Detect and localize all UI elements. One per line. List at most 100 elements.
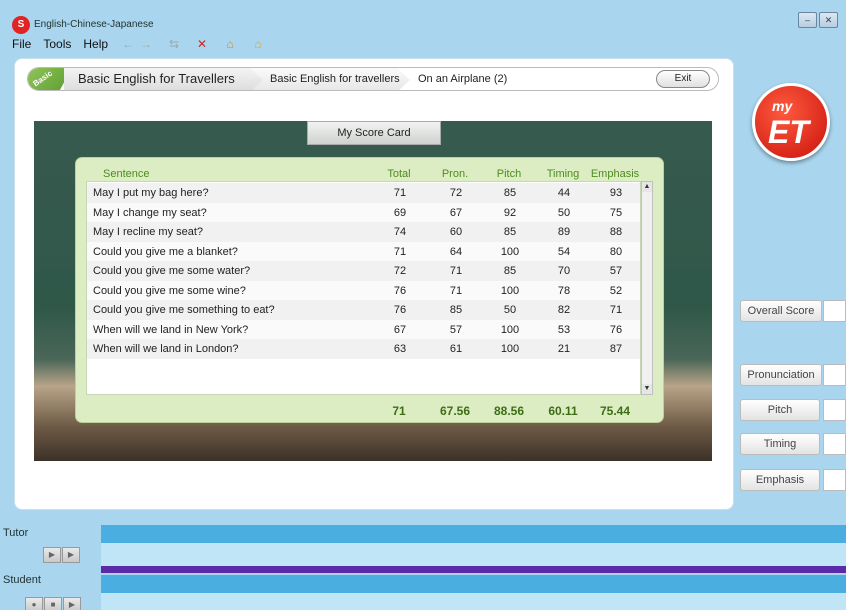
stop-button[interactable]: ■ [44,597,62,610]
timing-cell: 70 [557,265,571,277]
col-pron: Pron. [441,168,469,180]
timing-cell: 21 [557,343,571,355]
col-total: Total [387,168,411,180]
table-row[interactable]: May I recline my seat? 74 60 85 89 88 [87,222,640,242]
emphasis-cell: 52 [609,284,623,297]
timing-button[interactable]: Timing [740,433,820,455]
total-cell: 71 [393,187,407,199]
total-cell: 67 [393,323,407,336]
timing-cell: 53 [557,323,571,336]
table-row[interactable]: When will we land in New York? 67 57 100 53 7… [87,319,640,340]
pitch-cell: 92 [503,206,517,219]
timing-cell: 78 [557,284,571,297]
home-icon[interactable]: ⌂ [222,37,238,51]
tutor-play-button[interactable]: ▶ [43,547,61,563]
overall-score-button[interactable]: Overall Score [740,300,822,322]
table-row[interactable]: Could you give me some wine? 76 71 100 78 52 [87,280,640,301]
table-row[interactable]: Could you give me something to eat? 76 85 5… [87,300,640,320]
pronunciation-value [823,364,846,386]
pron-cell: 61 [449,343,463,355]
student-waveform[interactable] [101,593,846,610]
breadcrumb-course[interactable]: Basic English for Travellers [64,68,264,90]
menu-tools[interactable]: Tools [43,37,71,51]
timing-cell: 44 [557,187,571,199]
minimize-button[interactable]: – [798,12,817,28]
score-totals: 71 67.56 88.56 60.11 75.44 [75,404,664,418]
pron-cell: 71 [449,284,463,297]
record-button[interactable]: ● [25,597,43,610]
overall-score-value [823,300,846,322]
pitch-cell: 85 [503,265,517,277]
total-pitch: 88.56 [493,404,525,418]
pron-cell: 85 [449,304,463,316]
pron-cell: 64 [449,245,463,258]
sentence-cell: May I put my bag here? [93,187,209,199]
emphasis-cell: 80 [609,245,623,258]
stop-icon[interactable]: ✕ [194,37,210,51]
emphasis-cell: 93 [609,187,623,199]
table-row[interactable]: May I change my seat? 69 67 92 50 75 [87,202,640,223]
home-alt-icon[interactable]: ⌂ [250,37,266,51]
col-timing: Timing [546,168,580,180]
student-label: Student [3,574,41,586]
track-divider [101,566,846,573]
scroll-down-icon[interactable]: ▼ [642,384,652,394]
total-cell: 74 [393,226,407,238]
pron-cell: 71 [449,265,463,277]
timing-cell: 82 [557,304,571,316]
window-controls: – ✕ [798,12,838,28]
pitch-cell: 100 [500,284,520,297]
tutor-slow-play-button[interactable]: ▶ [62,547,80,563]
student-track-header [101,575,846,593]
scroll-up-icon[interactable]: ▲ [642,182,652,192]
emphasis-cell: 71 [609,304,623,316]
tutor-waveform[interactable] [101,543,846,566]
emphasis-button[interactable]: Emphasis [740,469,820,491]
table-row[interactable]: When will we land in London? 63 61 100 21 87 [87,339,640,359]
sentence-cell: Could you give me some wine? [93,284,246,297]
pitch-button[interactable]: Pitch [740,399,820,421]
back-icon[interactable]: ← [120,37,136,51]
sentence-cell: When will we land in New York? [93,323,249,336]
pitch-cell: 100 [500,343,520,355]
refresh-icon[interactable]: ⇆ [166,37,182,51]
emphasis-cell: 75 [609,206,623,219]
timing-cell: 89 [557,226,571,238]
score-table: May I put my bag here? 71 72 85 44 93 May I ch… [86,181,641,395]
breadcrumb-unit[interactable]: Basic English for travellers [250,68,410,90]
pitch-cell: 85 [503,187,517,199]
close-button[interactable]: ✕ [819,12,838,28]
total-cell: 69 [393,206,407,219]
total-cell: 76 [393,304,407,316]
emphasis-cell: 76 [609,323,623,336]
table-row[interactable]: Could you give me some water? 72 71 85 70 57 [87,261,640,281]
col-sentence: Sentence [103,168,150,180]
student-play-button[interactable]: ▶ [63,597,81,610]
exit-button[interactable]: Exit [656,70,710,88]
breadcrumb: Basic Basic English for Travellers Basic… [27,67,719,91]
pron-cell: 67 [449,206,463,219]
pron-cell: 60 [449,226,463,238]
total-cell: 72 [393,265,407,277]
score-card-tab[interactable]: My Score Card [307,121,441,145]
total-timing: 60.11 [548,404,578,418]
total-emphasis: 75.44 [599,404,631,418]
tutor-label: Tutor [3,527,29,539]
forward-icon[interactable]: → [138,37,154,51]
total-cell: 76 [393,284,407,297]
sentence-cell: Could you give me something to eat? [93,304,275,316]
table-scrollbar[interactable]: ▲ ▼ [641,181,653,395]
myet-logo-et: ET [768,114,809,150]
sentence-cell: Could you give me a blanket? [93,245,238,258]
total-cell: 63 [393,343,407,355]
pronunciation-button[interactable]: Pronunciation [740,364,822,386]
sentence-cell: May I recline my seat? [93,226,204,238]
pron-cell: 72 [449,187,463,199]
table-row[interactable]: Could you give me a blanket? 71 64 100 54 80 [87,241,640,262]
sentence-cell: May I change my seat? [93,206,207,219]
table-row[interactable]: May I put my bag here? 71 72 85 44 93 [87,183,640,203]
total-cell: 71 [393,245,407,258]
menu-help[interactable]: Help [83,37,108,51]
menu-file[interactable]: File [12,37,31,51]
pron-cell: 57 [449,323,463,336]
